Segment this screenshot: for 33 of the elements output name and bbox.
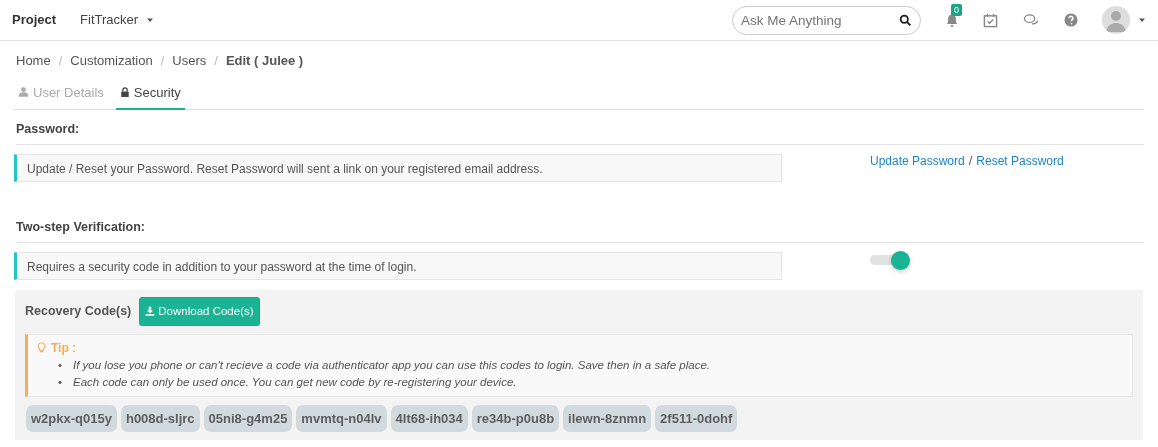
link[interactable]: Reset Password — [976, 151, 1064, 170]
tip-text: Each code can only be used once. You can get new code by re-registering your device. — [73, 374, 518, 390]
brand-label: Project — [12, 11, 57, 30]
tab[interactable]: Security — [115, 83, 185, 110]
recovery-code: 05ni8-g4m25 — [203, 404, 293, 433]
link-separator: / — [968, 152, 973, 170]
recovery-code: h008d-sljrc — [120, 404, 200, 433]
notification-badge: 0 — [951, 3, 962, 16]
tip-text: If you lose you phone or can't recieve a code via authenticator app you can use this codes to login. Save then in a safe place. — [73, 357, 712, 373]
recovery-code: mvmtq-n04lv — [296, 404, 387, 433]
tip-title: Tip : — [51, 339, 77, 357]
section-heading: Two-step Verification: — [16, 207, 1144, 243]
search-field[interactable]: Ask Me Anything — [732, 5, 921, 35]
recovery-code: 2f511-0dohf — [655, 404, 738, 433]
recovery-code: w2pkx-q015y — [26, 404, 117, 433]
breadcrumb-link[interactable]: Home — [16, 50, 51, 71]
bullet-mark: • — [58, 374, 64, 390]
breadcrumb-current: Edit ( Julee ) — [225, 51, 304, 70]
recovery-code: re34b-p0u8b — [471, 404, 560, 433]
breadcrumb-separator: / — [214, 51, 218, 70]
link[interactable]: Update Password — [870, 151, 965, 170]
recovery-code: ilewn-8znmn — [563, 404, 652, 433]
section-heading: Password: — [16, 110, 1144, 145]
recovery-label: Recovery Code(s) — [25, 302, 132, 320]
bullet-mark: • — [58, 357, 64, 373]
breadcrumb-link[interactable]: Users — [172, 50, 207, 71]
breadcrumb-separator: / — [58, 51, 63, 70]
recovery-code: 4lt68-ih034 — [390, 404, 468, 433]
breadcrumb-separator: / — [160, 51, 165, 70]
breadcrumb-link[interactable]: Customization — [70, 50, 153, 71]
info-text: Requires a security code in addition to your password at the time of login. — [14, 251, 782, 280]
project-dropdown[interactable]: FitTracker — [80, 10, 155, 30]
info-text: Update / Reset your Password. Reset Password will sent a link on your registered email address. — [14, 153, 782, 182]
